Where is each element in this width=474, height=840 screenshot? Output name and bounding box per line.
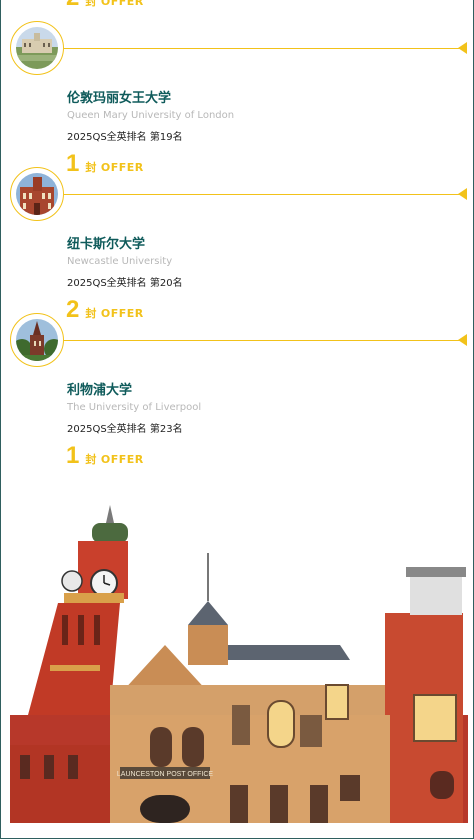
university-name-en: Newcastle University [67,256,173,267]
university-photo-frame [10,167,64,221]
university-photo-frame [10,313,64,367]
university-name-cn: 利物浦大学 [67,383,133,398]
university-photo [16,173,58,215]
university-item-liverpool[interactable]: 利物浦大学 The University of Liverpool 2025QS… [1,313,473,468]
offer-unit: 封 OFFER [85,0,144,8]
offer-list-page: 2 封OFFER 伦敦玛丽女王大学 Queen Mary University … [0,0,474,839]
post-office-sign: LAUNCESTON POST OFFICE [117,771,214,778]
offer-count: 2 [66,0,79,10]
university-name-en: The University of Liverpool [67,402,202,413]
timeline-arrow-icon [458,42,467,54]
qs-ranking: 2025QS全英排名 第20名 [67,278,183,289]
university-item-qmul[interactable]: 伦敦玛丽女王大学 Queen Mary University of London… [1,21,473,176]
partial-offer-row: 2 封OFFER [66,0,144,10]
university-name-cn: 纽卡斯尔大学 [67,237,146,252]
hero-building-image: LAUNCESTON POST OFFICE [10,505,468,823]
timeline-line [64,340,464,341]
timeline-line [64,48,464,49]
university-photo-frame [10,21,64,75]
timeline-arrow-icon [458,334,467,346]
offer-count: 1 [66,442,80,469]
university-photo [16,319,58,361]
university-photo [16,27,58,69]
university-name-en: Queen Mary University of London [67,110,235,121]
university-item-newcastle[interactable]: 纽卡斯尔大学 Newcastle University 2025QS全英排名 第… [1,167,473,322]
timeline-arrow-icon [458,188,467,200]
offer-row: 1 封 OFFER [66,444,144,468]
university-name-cn: 伦敦玛丽女王大学 [67,91,172,106]
qs-ranking: 2025QS全英排名 第19名 [67,132,183,143]
offer-unit: 封 OFFER [85,453,144,466]
timeline-line [64,194,464,195]
qs-ranking: 2025QS全英排名 第23名 [67,424,183,435]
